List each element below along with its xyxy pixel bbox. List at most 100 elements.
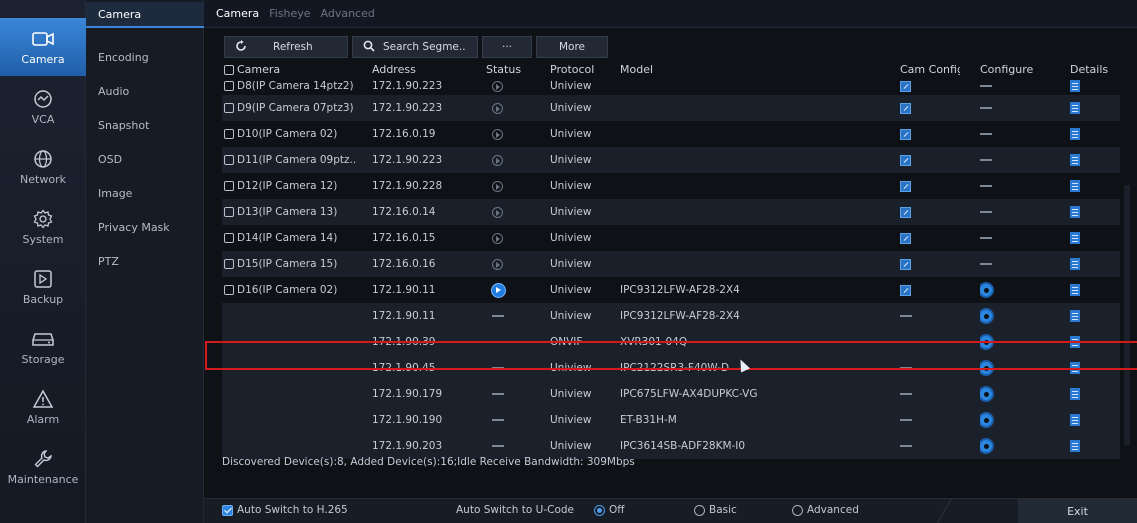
row-checkbox[interactable] bbox=[224, 81, 234, 91]
play-circle-icon[interactable] bbox=[492, 102, 503, 114]
cell-model: IPC9312LFW-AF28-2X4 bbox=[620, 310, 740, 322]
row-checkbox[interactable] bbox=[224, 285, 234, 295]
details-icon[interactable] bbox=[1070, 414, 1080, 426]
radio-icon[interactable] bbox=[792, 504, 803, 516]
row-checkbox[interactable] bbox=[224, 181, 234, 191]
submenu-ptz[interactable]: PTZ bbox=[86, 248, 204, 274]
search-icon bbox=[363, 40, 375, 55]
submenu-audio[interactable]: Audio bbox=[86, 78, 204, 104]
details-icon[interactable] bbox=[1070, 284, 1080, 296]
tab-camera[interactable]: Camera bbox=[216, 7, 259, 20]
details-icon[interactable] bbox=[1070, 180, 1080, 192]
play-circle-icon[interactable] bbox=[492, 232, 503, 244]
ucode-advanced-option[interactable]: Advanced bbox=[792, 504, 859, 516]
submenu-encoding[interactable]: Encoding bbox=[86, 44, 204, 70]
table-row[interactable]: D12(IP Camera 12) 172.1.90.228 Uniview bbox=[222, 173, 1120, 199]
tab-advanced[interactable]: Advanced bbox=[321, 7, 375, 20]
edit-icon[interactable] bbox=[900, 206, 911, 218]
table-row[interactable]: D9(IP Camera 07ptz3) 172.1.90.223 Uniview bbox=[222, 95, 1120, 121]
table-row[interactable]: 172.1.90.11 Uniview IPC9312LFW-AF28-2X4 bbox=[222, 303, 1120, 329]
exit-button[interactable]: Exit bbox=[1018, 499, 1137, 523]
row-checkbox[interactable] bbox=[224, 233, 234, 243]
row-checkbox[interactable] bbox=[224, 129, 234, 139]
table-row[interactable]: D14(IP Camera 14) 172.16.0.15 Uniview bbox=[222, 225, 1120, 251]
cell-status bbox=[486, 77, 546, 95]
submenu-snapshot[interactable]: Snapshot bbox=[86, 112, 204, 138]
details-icon[interactable] bbox=[1070, 206, 1080, 218]
nav-backup[interactable]: Backup bbox=[0, 258, 86, 316]
ucode-basic-option[interactable]: Basic bbox=[694, 504, 737, 516]
play-circle-icon[interactable] bbox=[492, 258, 503, 270]
gear-icon[interactable] bbox=[980, 440, 992, 452]
edit-icon[interactable] bbox=[900, 128, 911, 140]
radio-icon[interactable] bbox=[694, 504, 705, 516]
details-icon[interactable] bbox=[1070, 388, 1080, 400]
more-options-button[interactable]: ··· bbox=[482, 36, 532, 58]
play-circle-icon[interactable] bbox=[492, 128, 503, 140]
details-icon[interactable] bbox=[1070, 440, 1080, 452]
submenu-camera[interactable]: Camera bbox=[86, 2, 204, 28]
edit-icon[interactable] bbox=[900, 102, 911, 114]
details-icon[interactable] bbox=[1070, 128, 1080, 140]
nav-camera[interactable]: Camera bbox=[0, 18, 86, 76]
nav-storage[interactable]: Storage bbox=[0, 318, 86, 376]
details-icon[interactable] bbox=[1070, 154, 1080, 166]
submenu-privacy-mask[interactable]: Privacy Mask bbox=[86, 214, 204, 240]
details-icon[interactable] bbox=[1070, 310, 1080, 322]
checkbox-checked-icon[interactable] bbox=[222, 504, 233, 516]
row-checkbox[interactable] bbox=[224, 103, 234, 113]
submenu-osd[interactable]: OSD bbox=[86, 146, 204, 172]
play-circle-icon[interactable] bbox=[492, 80, 503, 92]
tab-fisheye[interactable]: Fisheye bbox=[269, 7, 310, 20]
submenu-image[interactable]: Image bbox=[86, 180, 204, 206]
edit-icon[interactable] bbox=[900, 258, 911, 270]
gear-icon[interactable] bbox=[980, 284, 992, 296]
table-row[interactable]: D15(IP Camera 15) 172.16.0.16 Uniview bbox=[222, 251, 1120, 277]
gear-icon[interactable] bbox=[980, 336, 992, 348]
edit-icon[interactable] bbox=[900, 284, 911, 296]
nav-system[interactable]: System bbox=[0, 198, 86, 256]
table-row[interactable]: D16(IP Camera 02) 172.1.90.11 Uniview IPC93… bbox=[222, 277, 1120, 303]
ucode-off-option[interactable]: Off bbox=[594, 504, 625, 516]
gear-icon[interactable] bbox=[980, 310, 992, 322]
play-circle-active-icon[interactable] bbox=[492, 283, 505, 297]
details-icon[interactable] bbox=[1070, 80, 1080, 92]
search-segment-button[interactable]: Search Segme.. bbox=[352, 36, 478, 58]
select-all-checkbox[interactable] bbox=[224, 65, 234, 75]
gear-icon[interactable] bbox=[980, 388, 992, 400]
details-icon[interactable] bbox=[1070, 362, 1080, 374]
table-row[interactable]: D13(IP Camera 13) 172.16.0.14 Uniview bbox=[222, 199, 1120, 225]
row-checkbox[interactable] bbox=[224, 207, 234, 217]
details-icon[interactable] bbox=[1070, 336, 1080, 348]
edit-icon[interactable] bbox=[900, 80, 911, 92]
radio-selected-icon[interactable] bbox=[594, 504, 605, 516]
edit-icon[interactable] bbox=[900, 180, 911, 192]
gear-icon[interactable] bbox=[980, 362, 992, 374]
row-checkbox[interactable] bbox=[224, 259, 234, 269]
play-circle-icon[interactable] bbox=[492, 154, 503, 166]
auto-h265-option[interactable]: Auto Switch to H.265 bbox=[222, 504, 348, 516]
table-row[interactable]: 172.1.90.179 Uniview IPC675LFW-AX4DUPKC-VG bbox=[222, 381, 1120, 407]
play-circle-icon[interactable] bbox=[492, 180, 503, 192]
table-row[interactable]: 172.1.90.39 ONVIF XVR301-04Q bbox=[222, 329, 1120, 355]
row-checkbox[interactable] bbox=[224, 155, 234, 165]
table-row[interactable]: D11(IP Camera 09ptz.. 172.1.90.223 Uniview bbox=[222, 147, 1120, 173]
more-button[interactable]: More bbox=[536, 36, 608, 58]
table-row[interactable]: D10(IP Camera 02) 172.16.0.19 Uniview bbox=[222, 121, 1120, 147]
nav-vca[interactable]: VCA bbox=[0, 78, 86, 136]
table-scrollbar[interactable] bbox=[1124, 185, 1130, 445]
details-icon[interactable] bbox=[1070, 232, 1080, 244]
nav-maintenance[interactable]: Maintenance bbox=[0, 438, 86, 496]
table-row[interactable]: D8(IP Camera 14ptz2) 172.1.90.223 Uniview bbox=[222, 77, 1120, 95]
gear-icon[interactable] bbox=[980, 414, 992, 426]
edit-icon[interactable] bbox=[900, 154, 911, 166]
details-icon[interactable] bbox=[1070, 258, 1080, 270]
nav-network[interactable]: Network bbox=[0, 138, 86, 196]
edit-icon[interactable] bbox=[900, 232, 911, 244]
details-icon[interactable] bbox=[1070, 102, 1080, 114]
table-row[interactable]: 172.1.90.190 Uniview ET-B31H-M bbox=[222, 407, 1120, 433]
refresh-button[interactable]: Refresh bbox=[224, 36, 348, 58]
play-circle-icon[interactable] bbox=[492, 206, 503, 218]
table-row[interactable]: 172.1.90.45 Uniview IPC2122SR3-F40W-D bbox=[222, 355, 1120, 381]
nav-alarm[interactable]: Alarm bbox=[0, 378, 86, 436]
